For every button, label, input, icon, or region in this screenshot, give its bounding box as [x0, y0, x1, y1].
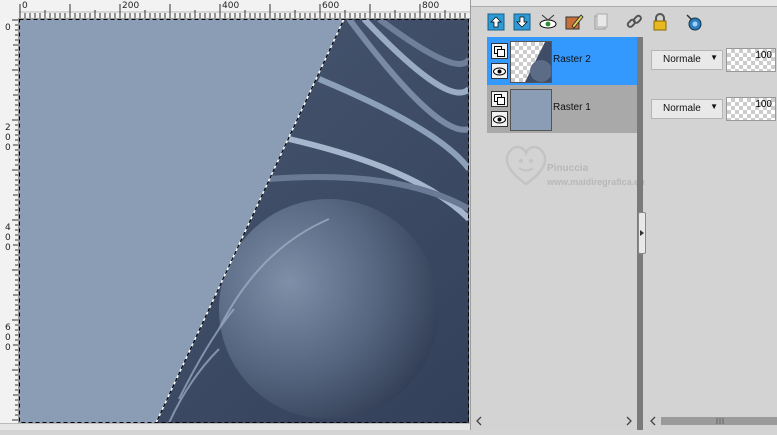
- ruler-label-v400-a: 4: [5, 223, 11, 233]
- ruler-label-v600-c: 0: [5, 343, 11, 353]
- layer-thumbnail: [510, 89, 552, 131]
- watermark-name: Pinuccia: [547, 163, 589, 174]
- opacity-value: 100: [755, 99, 772, 110]
- layer-group-icon[interactable]: [491, 91, 508, 107]
- layers-panel: Raster 2 Raster 1 Pinuccia www.maidiregr…: [470, 0, 777, 430]
- opacity-field-raster-1[interactable]: 100: [726, 97, 776, 121]
- ruler-label-0: 0: [22, 1, 28, 11]
- ruler-label-800: 800: [422, 1, 440, 11]
- move-layer-down-icon[interactable]: [511, 11, 533, 33]
- edit-layer-icon[interactable]: [563, 11, 585, 33]
- layer-name: Raster 1: [553, 102, 591, 113]
- blend-mode-dropdown-raster-2[interactable]: Normale ▼: [651, 50, 723, 70]
- ruler-label-v200-c: 0: [5, 143, 11, 153]
- ruler-label-v200-b: 0: [5, 133, 11, 143]
- chevron-down-icon: ▼: [710, 53, 718, 62]
- lock-icon[interactable]: [649, 11, 671, 33]
- layers-toolbar: [471, 7, 777, 37]
- ruler-label-400: 400: [222, 1, 240, 11]
- ruler-label-v600-a: 6: [5, 323, 11, 333]
- watermark-url: www.maidiregrafica.eu: [547, 177, 645, 187]
- ruler-label-v600-b: 0: [5, 333, 11, 343]
- opacity-value: 100: [755, 50, 772, 61]
- panel-titlebar: [471, 0, 777, 7]
- ruler-label-v0: 0: [5, 23, 11, 33]
- canvas-horizontal-scrollbar[interactable]: [0, 423, 470, 430]
- delete-layer-icon[interactable]: [589, 11, 611, 33]
- chevron-down-icon: ▼: [710, 102, 718, 111]
- ruler-label-600: 600: [322, 1, 340, 11]
- eye-icon[interactable]: [491, 111, 508, 127]
- ruler-label-200: 200: [122, 1, 140, 11]
- eye-icon[interactable]: [491, 63, 508, 79]
- layer-row-raster-2[interactable]: Raster 2: [487, 37, 637, 85]
- ruler-label-v400-b: 0: [5, 233, 11, 243]
- image-canvas-pane[interactable]: 0 200 400 600 800 0 2 0 0 4 0 0 6 0 0: [0, 0, 470, 430]
- layer-list: Raster 2 Raster 1: [487, 37, 637, 133]
- layer-properties-pane: Normale ▼ 100 Normale ▼ 100: [647, 37, 777, 430]
- horizontal-ruler: 0 200 400 600 800: [0, 0, 470, 19]
- opacity-field-raster-2[interactable]: 100: [726, 48, 776, 72]
- layer-thumbnail: [510, 41, 552, 83]
- blend-mode-value: Normale: [663, 54, 701, 65]
- blend-mode-dropdown-raster-1[interactable]: Normale ▼: [651, 99, 723, 119]
- link-icon[interactable]: [623, 11, 645, 33]
- layer-row-raster-1[interactable]: Raster 1: [487, 85, 637, 133]
- move-layer-up-icon[interactable]: [485, 11, 507, 33]
- properties-horizontal-scrollbar[interactable]: [647, 412, 777, 430]
- splitter-handle[interactable]: [638, 212, 646, 254]
- ruler-label-v400-c: 0: [5, 243, 11, 253]
- ruler-label-v200-a: 2: [5, 123, 11, 133]
- layer-name: Raster 2: [553, 54, 591, 65]
- vertical-ruler: 0 2 0 0 4 0 0 6 0 0: [0, 18, 19, 424]
- image-canvas[interactable]: [19, 19, 469, 423]
- visibility-toggle-icon[interactable]: [537, 11, 559, 33]
- mask-icon[interactable]: [683, 11, 705, 33]
- blend-mode-value: Normale: [663, 103, 701, 114]
- layer-group-icon[interactable]: [491, 43, 508, 59]
- layer-list-horizontal-scrollbar[interactable]: [471, 412, 637, 430]
